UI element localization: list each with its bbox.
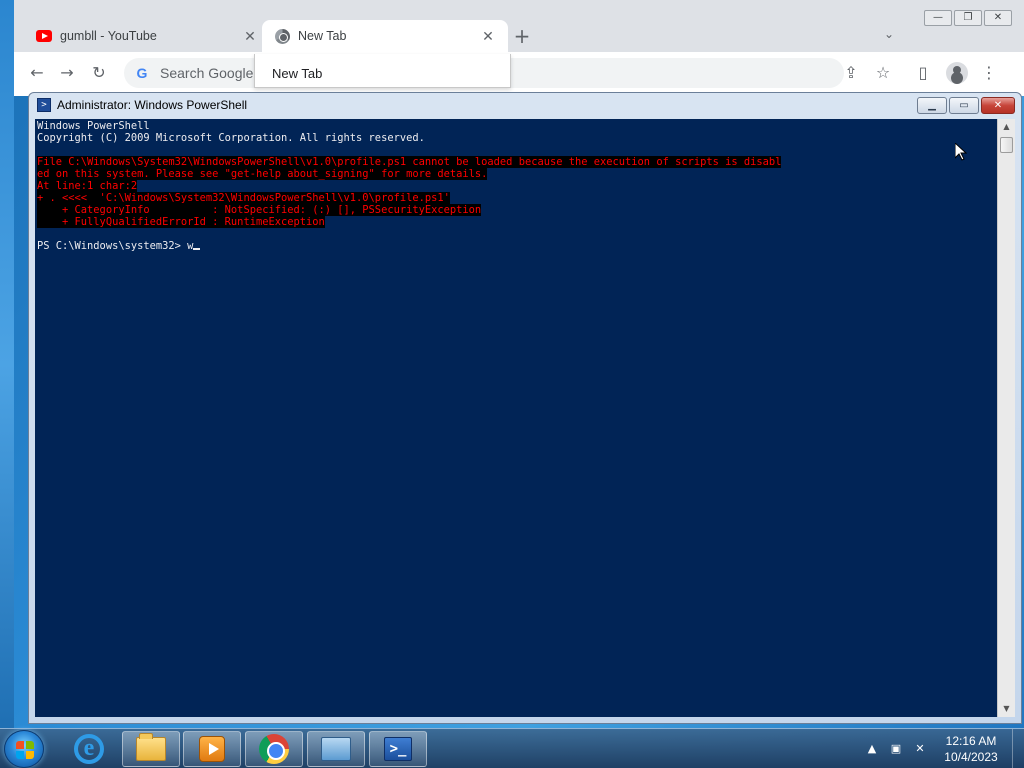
prompt: PS C:\Windows\system32> bbox=[37, 240, 188, 252]
back-icon[interactable]: ← bbox=[26, 62, 48, 84]
share-icon[interactable]: ⇪ bbox=[840, 62, 862, 84]
error-line: + CategoryInfo : NotSpecified: (:) [], P… bbox=[37, 204, 482, 216]
remote-desktop-icon bbox=[321, 737, 351, 761]
maximize-button[interactable]: ▭ bbox=[949, 97, 979, 114]
powershell-icon: >_ bbox=[384, 737, 412, 761]
powershell-titlebar[interactable]: > Administrator: Windows PowerShell bbox=[29, 93, 1021, 117]
error-line: At line:1 char:2 bbox=[37, 180, 138, 192]
clock[interactable]: 12:16 AM 10/4/2023 bbox=[936, 733, 1006, 765]
console-line: Windows PowerShell bbox=[37, 120, 150, 132]
minimize-button[interactable]: — bbox=[924, 10, 952, 26]
tab-title: gumbll - YouTube bbox=[60, 29, 157, 43]
system-tray: ▲ ▣ ✕ 12:16 AM 10/4/2023 bbox=[860, 729, 1024, 768]
error-line: ed on this system. Please see "get-help … bbox=[37, 168, 488, 180]
tab-strip: gumbll - YouTube ✕ New Tab ✕ + ⌄ — ❐ ✕ bbox=[14, 0, 1024, 52]
taskbar: e >_ ▲ ▣ ✕ 12:16 AM 10/4/2023 bbox=[0, 728, 1024, 768]
youtube-icon bbox=[36, 28, 52, 44]
media-player-icon bbox=[199, 736, 225, 762]
profile-icon[interactable] bbox=[946, 62, 968, 84]
new-tab-button[interactable]: + bbox=[512, 26, 532, 46]
windows-explorer-icon bbox=[136, 733, 166, 761]
browser-toolbar: ← → ↻ G Search Google o ⇪ ☆ ▯ ⋮ bbox=[14, 52, 1024, 96]
restore-button[interactable]: ❐ bbox=[954, 10, 982, 26]
internet-explorer-icon: e bbox=[74, 734, 104, 764]
prompt-line[interactable]: PS C:\Windows\system32> w bbox=[37, 240, 997, 252]
chrome-icon bbox=[274, 28, 290, 44]
close-tab-icon[interactable]: ✕ bbox=[480, 28, 496, 45]
browser-window: gumbll - YouTube ✕ New Tab ✕ + ⌄ — ❐ ✕ ←… bbox=[14, 0, 1024, 96]
tab-youtube[interactable]: gumbll - YouTube ✕ bbox=[24, 20, 270, 52]
tab-new-tab[interactable]: New Tab ✕ bbox=[262, 20, 508, 52]
scroll-thumb[interactable] bbox=[1000, 137, 1013, 153]
mouse-pointer-icon bbox=[955, 143, 967, 161]
taskbar-media-player[interactable] bbox=[183, 731, 241, 767]
omnibox-suggestion[interactable]: New Tab bbox=[254, 54, 511, 88]
taskbar-chrome[interactable] bbox=[245, 731, 303, 767]
clock-date: 10/4/2023 bbox=[944, 750, 998, 764]
menu-icon[interactable]: ⋮ bbox=[978, 62, 1000, 84]
volume-muted-icon[interactable]: ✕ bbox=[912, 741, 928, 757]
text-cursor bbox=[193, 248, 201, 250]
chrome-icon bbox=[259, 734, 289, 764]
window-controls: ▁ ▭ ✕ bbox=[917, 97, 1015, 114]
taskbar-internet-explorer[interactable]: e bbox=[60, 731, 118, 767]
close-button[interactable]: ✕ bbox=[981, 97, 1015, 114]
console-line: Copyright (C) 2009 Microsoft Corporation… bbox=[37, 132, 425, 144]
scroll-up-icon[interactable]: ▲ bbox=[998, 119, 1015, 135]
powershell-window: > Administrator: Windows PowerShell ▁ ▭ … bbox=[28, 92, 1022, 724]
powershell-icon: > bbox=[37, 98, 51, 112]
taskbar-windows-explorer[interactable] bbox=[122, 731, 180, 767]
tab-search-icon[interactable]: ⌄ bbox=[884, 27, 894, 41]
address-placeholder: Search Google o bbox=[160, 65, 266, 81]
start-button[interactable] bbox=[4, 730, 44, 768]
close-button[interactable]: ✕ bbox=[984, 10, 1012, 26]
clock-time: 12:16 AM bbox=[945, 734, 997, 748]
show-hidden-icons-icon[interactable]: ▲ bbox=[864, 741, 880, 757]
network-icon[interactable]: ▣ bbox=[888, 741, 904, 757]
window-title: Administrator: Windows PowerShell bbox=[57, 98, 248, 112]
close-tab-icon[interactable]: ✕ bbox=[242, 28, 258, 45]
google-icon: G bbox=[136, 65, 148, 81]
tab-title: New Tab bbox=[298, 29, 347, 43]
forward-icon[interactable]: → bbox=[56, 62, 78, 84]
bookmark-star-icon[interactable]: ☆ bbox=[872, 62, 894, 84]
side-panel-icon[interactable]: ▯ bbox=[912, 62, 934, 84]
vertical-scrollbar[interactable]: ▲ ▼ bbox=[997, 119, 1015, 717]
minimize-button[interactable]: ▁ bbox=[917, 97, 947, 114]
error-line: File C:\Windows\System32\WindowsPowerShe… bbox=[37, 156, 782, 168]
scroll-down-icon[interactable]: ▼ bbox=[998, 701, 1015, 717]
desktop-wallpaper bbox=[0, 0, 14, 730]
taskbar-remote-desktop[interactable] bbox=[307, 731, 365, 767]
console-output[interactable]: Windows PowerShell Copyright (C) 2009 Mi… bbox=[35, 119, 997, 717]
command-input[interactable]: w bbox=[187, 240, 193, 252]
error-line: + FullyQualifiedErrorId : RuntimeExcepti… bbox=[37, 216, 325, 228]
taskbar-powershell[interactable]: >_ bbox=[369, 731, 427, 767]
browser-window-controls: — ❐ ✕ bbox=[924, 10, 1012, 26]
error-line: + . <<<< 'C:\Windows\System32\WindowsPow… bbox=[37, 192, 450, 204]
reload-icon[interactable]: ↻ bbox=[88, 62, 110, 84]
show-desktop-button[interactable] bbox=[1012, 729, 1024, 768]
